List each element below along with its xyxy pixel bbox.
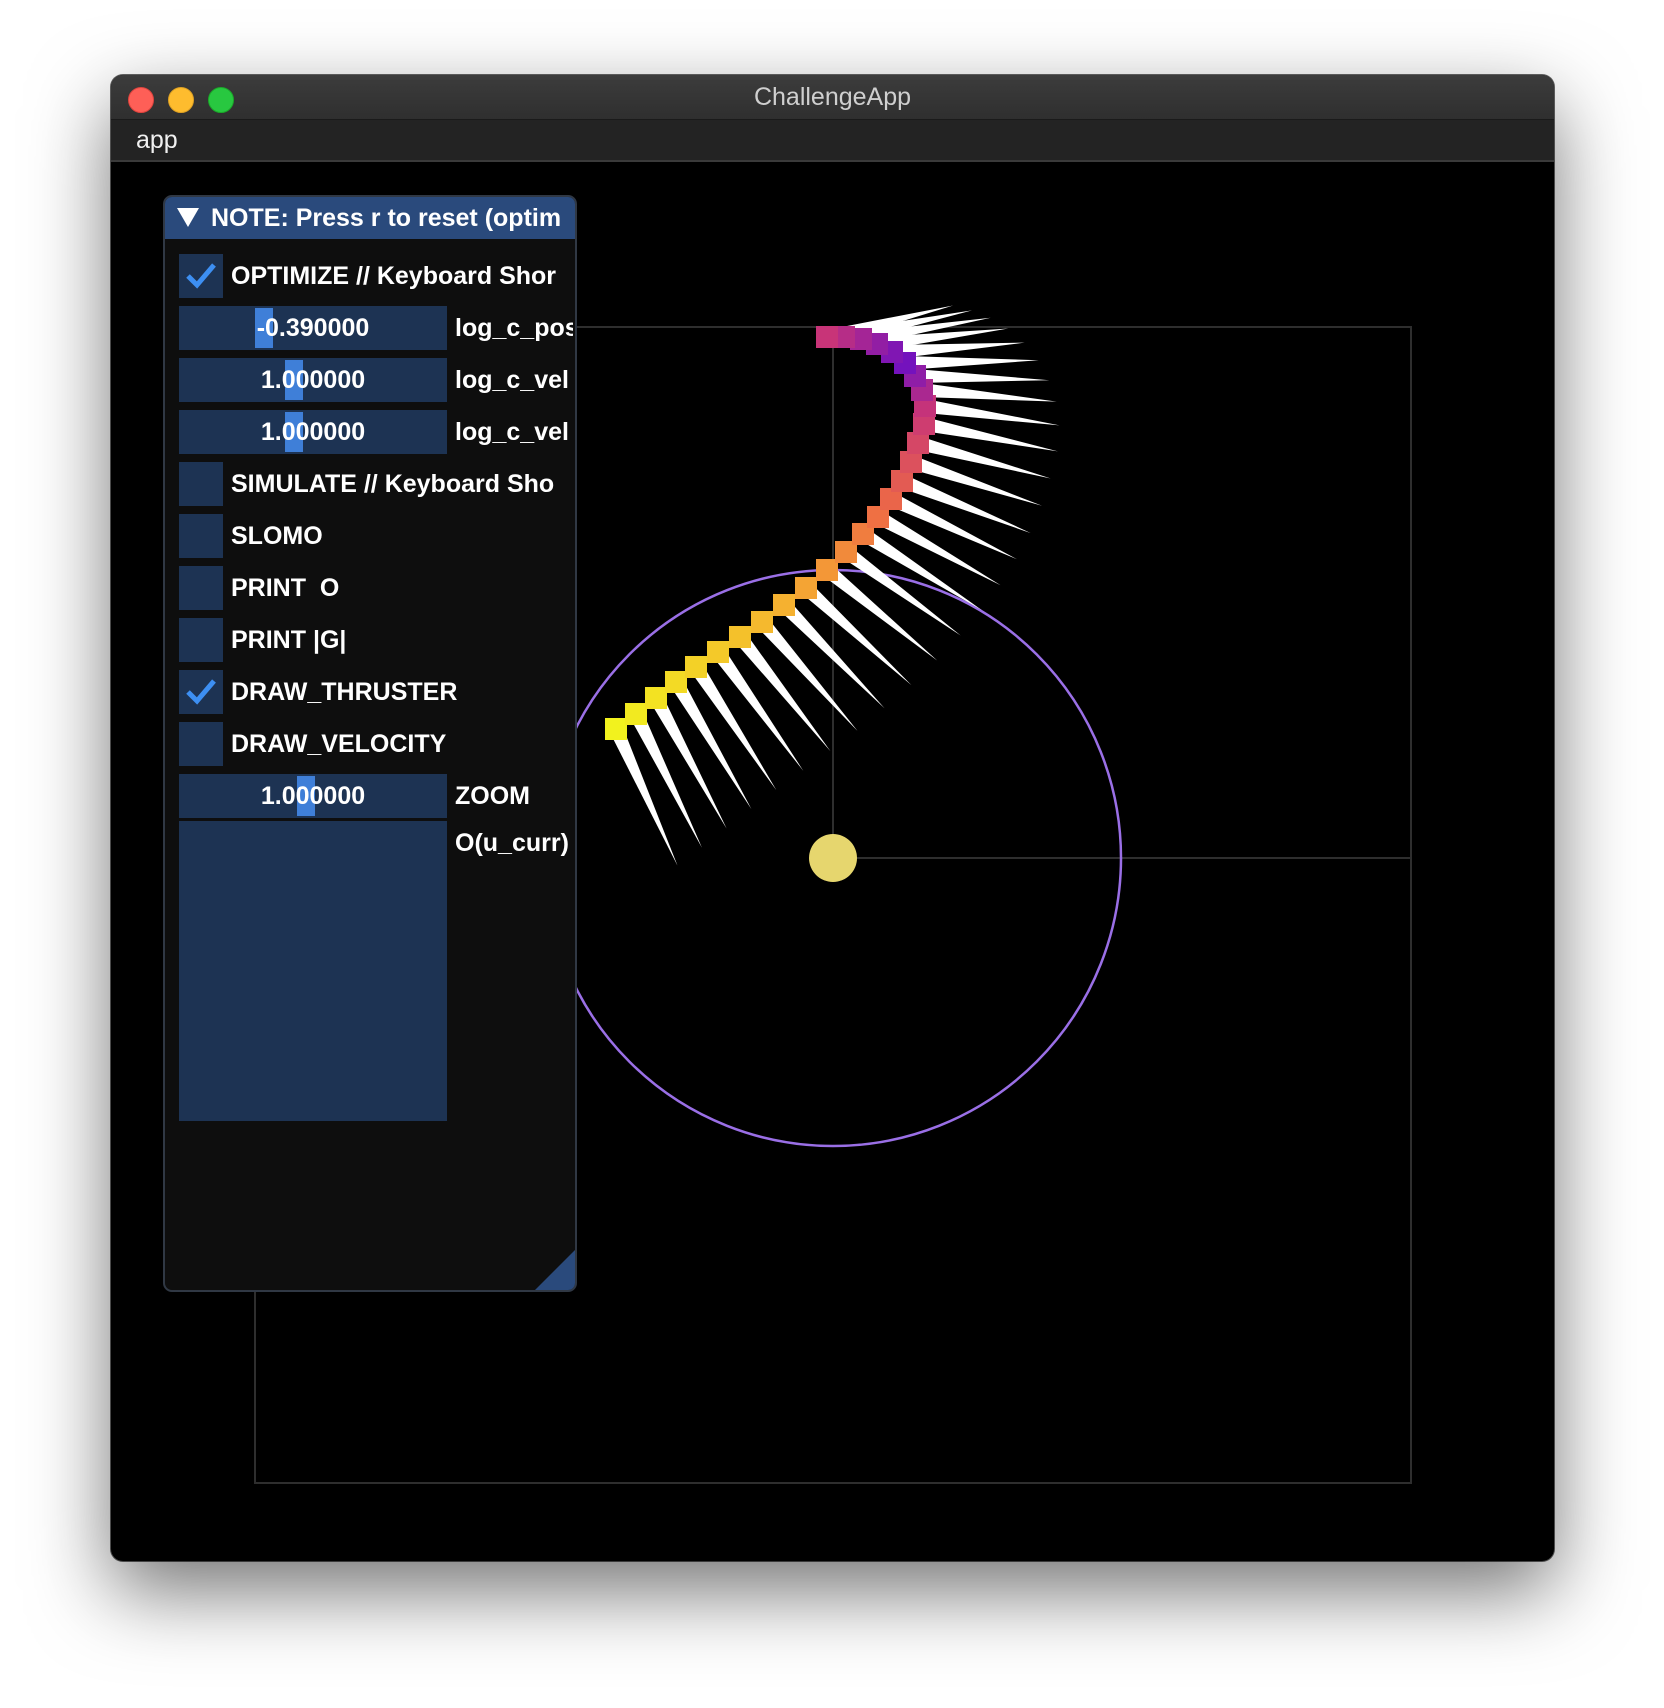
- print-g-label: PRINT |G|: [231, 626, 347, 654]
- trajectory-point: [665, 671, 687, 693]
- trajectory-point: [816, 326, 838, 348]
- trajectory-point: [773, 594, 795, 616]
- slomo-label: SLOMO: [231, 522, 323, 550]
- log-c-pos-drag-field[interactable]: -0.390000: [179, 306, 447, 350]
- menu-bar: app: [111, 120, 1554, 162]
- trajectory-point: [605, 718, 627, 740]
- trajectory-point: [795, 577, 817, 599]
- trajectory-point: [707, 641, 729, 663]
- log-c-pos-label: log_c_pos: [455, 314, 573, 342]
- print-o-checkbox[interactable]: [179, 566, 223, 610]
- trajectory-point: [625, 703, 647, 725]
- trajectory-point: [751, 611, 773, 633]
- trajectory-point: [891, 470, 913, 492]
- thruster-vector: [609, 726, 678, 866]
- zoom-label: ZOOM: [455, 782, 530, 810]
- thruster-vector: [921, 383, 1057, 402]
- slomo-checkbox[interactable]: [179, 514, 223, 558]
- thruster-vector: [914, 369, 1050, 383]
- simulate-checkbox[interactable]: [179, 462, 223, 506]
- log-c-vel-value-1: 1.000000: [260, 366, 366, 394]
- checkmark-icon: [186, 679, 216, 705]
- menu-app[interactable]: app: [136, 120, 178, 160]
- o-u-curr-label: O(u_curr): [455, 829, 569, 857]
- log-c-vel-label-2: log_c_vel: [455, 418, 569, 446]
- log-c-pos-value: -0.390000: [256, 314, 370, 342]
- resize-grip-icon[interactable]: [535, 1250, 575, 1290]
- thruster-vector: [908, 455, 1043, 506]
- zoom-value: 1.000000: [260, 782, 366, 810]
- trajectory-point: [645, 687, 667, 709]
- panel-header-title: NOTE: Press r to reset (optim: [211, 204, 562, 232]
- log-c-vel-drag-field-2[interactable]: 1.000000: [179, 410, 447, 454]
- optimize-checkbox[interactable]: [179, 254, 223, 298]
- title-bar: ChallengeApp: [111, 75, 1554, 120]
- draw-thruster-checkbox[interactable]: [179, 670, 223, 714]
- collapse-arrow-icon[interactable]: [177, 208, 199, 227]
- trajectory-point: [729, 626, 751, 648]
- zoom-drag-field[interactable]: 1.000000: [179, 774, 447, 818]
- print-o-label: PRINT O: [231, 574, 340, 602]
- panel-header[interactable]: NOTE: Press r to reset (optim: [165, 197, 575, 239]
- draw-velocity-checkbox[interactable]: [179, 722, 223, 766]
- control-panel: NOTE: Press r to reset (optim OPTIMIZE /…: [163, 195, 577, 1292]
- log-c-vel-value-2: 1.000000: [260, 418, 366, 446]
- log-c-vel-label-1: log_c_vel: [455, 366, 569, 394]
- trajectory-point: [900, 451, 922, 473]
- o-u-curr-plot[interactable]: [179, 821, 447, 1121]
- trajectory-point: [685, 656, 707, 678]
- thruster-vector: [924, 399, 1060, 426]
- trajectory-point: [907, 432, 929, 454]
- window-title: ChallengeApp: [753, 83, 912, 111]
- simulate-label: SIMULATE // Keyboard Sho: [231, 470, 555, 498]
- log-c-vel-drag-field-1[interactable]: 1.000000: [179, 358, 447, 402]
- optimize-label: OPTIMIZE // Keyboard Shor: [231, 262, 557, 290]
- trajectory-point: [816, 559, 838, 581]
- draw-velocity-label: DRAW_VELOCITY: [231, 730, 447, 758]
- checkmark-icon: [186, 263, 216, 289]
- planet: [809, 834, 857, 882]
- print-g-checkbox[interactable]: [179, 618, 223, 662]
- app-window: ChallengeApp app NOTE: Press r to reset …: [111, 75, 1554, 1561]
- draw-thruster-label: DRAW_THRUSTER: [231, 678, 458, 706]
